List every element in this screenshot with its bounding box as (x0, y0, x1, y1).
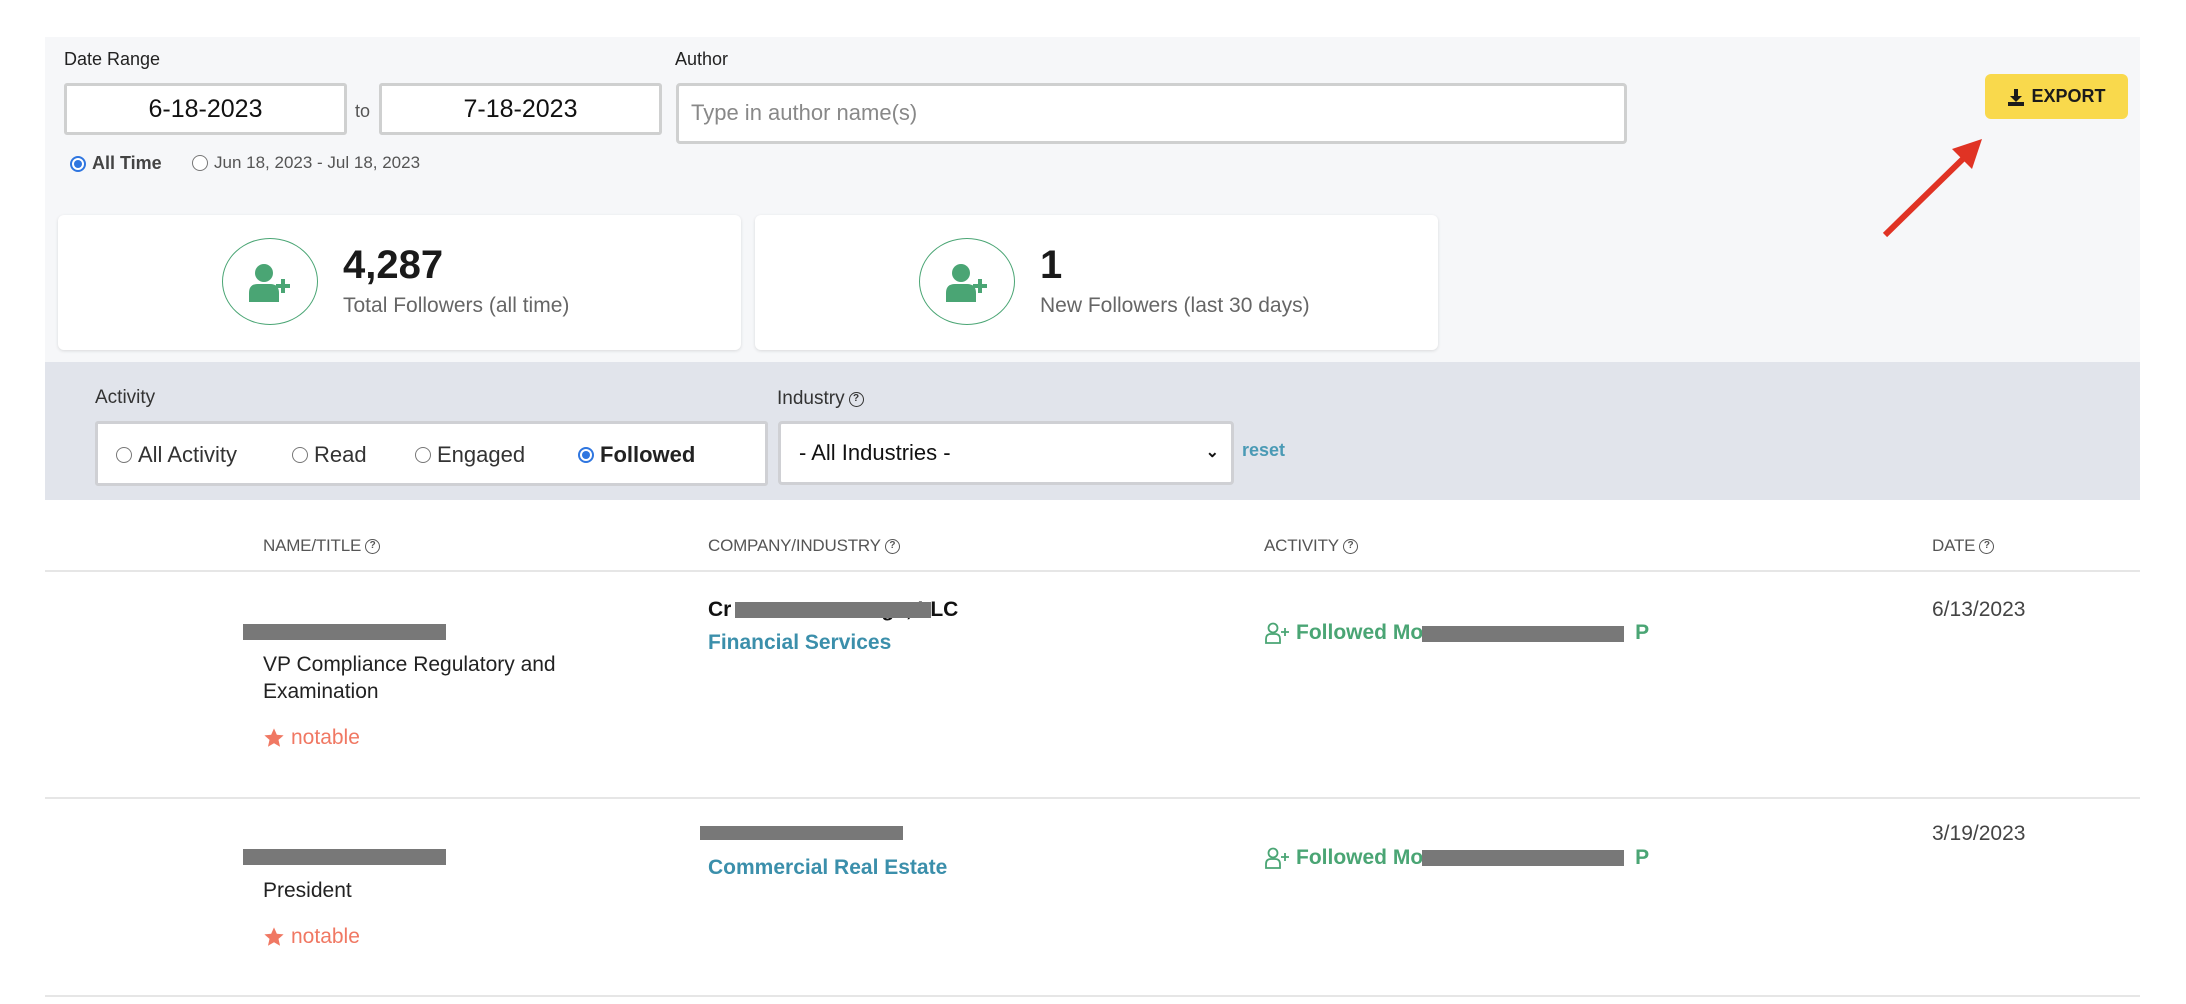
row-divider (45, 995, 2140, 997)
author-placeholder: Type in author name(s) (691, 100, 918, 125)
stat-icon-circle (919, 238, 1015, 325)
star-icon (264, 927, 284, 946)
notable-badge: notable (263, 726, 360, 750)
arrow-shaft (1882, 149, 1973, 238)
redaction-bar (735, 602, 931, 618)
activity-option-read[interactable]: Read (292, 442, 367, 468)
redaction-bar (243, 624, 446, 640)
radio-all-time[interactable] (70, 155, 86, 172)
help-icon[interactable]: ? (1342, 538, 1358, 554)
column-header-label: NAME/TITLE (263, 536, 362, 555)
activity-option-label: Engaged (437, 442, 526, 467)
star-icon (264, 728, 284, 747)
industry-label-group: Industry ? (777, 388, 864, 410)
activity-option-label: All Activity (138, 442, 238, 467)
stat-label: Total Followers (all time) (343, 294, 570, 317)
radio-followed[interactable] (578, 447, 594, 463)
stat-value: 4,287 (343, 243, 444, 287)
column-header-activity[interactable]: ACTIVITY ? (1264, 536, 1358, 556)
user-plus-outline-icon (1265, 622, 1289, 644)
redaction-bar (1422, 626, 1624, 642)
redaction-bar (243, 849, 446, 865)
stat-card-new-followers: 1 New Followers (last 30 days) (755, 215, 1438, 350)
help-icon[interactable]: ? (1979, 538, 1995, 554)
help-icon[interactable]: ? (365, 538, 381, 554)
activity-label: Activity (95, 387, 156, 408)
notable-badge: notable (263, 925, 360, 949)
stat-label: New Followers (last 30 days) (1040, 294, 1310, 317)
radio-all-activity[interactable] (116, 447, 132, 463)
company-name-visible: Cr (708, 598, 732, 621)
column-header-date[interactable]: DATE ? (1932, 536, 1995, 556)
industry-link[interactable]: Commercial Real Estate (708, 856, 947, 880)
person-title: VP Compliance Regulatory and Examination (263, 653, 556, 703)
industry-selected-value: - All Industries - (799, 440, 951, 465)
stat-icon-circle (222, 238, 318, 325)
column-header-name-title[interactable]: NAME/TITLE ? (263, 536, 381, 556)
annotation-arrow (1882, 139, 1982, 238)
header-divider (45, 570, 2140, 572)
activity-option-all[interactable]: All Activity (116, 442, 237, 468)
export-button[interactable]: EXPORT (1985, 74, 2128, 119)
range-option-all-time[interactable]: All Time (70, 153, 162, 174)
activity-option-label: Read (314, 442, 367, 467)
radio-custom-range[interactable] (192, 155, 208, 171)
activity-date: 6/13/2023 (1932, 598, 2026, 621)
notable-label: notable (291, 925, 360, 948)
activity-text: Followed Mo (1296, 846, 1424, 869)
row-divider (45, 797, 2140, 799)
export-label: EXPORT (2031, 86, 2106, 106)
redaction-bar (700, 826, 903, 840)
date-to-separator: to (355, 101, 371, 121)
industry-link[interactable]: Financial Services (708, 631, 891, 655)
column-header-label: ACTIVITY (1264, 536, 1339, 555)
activity-radio-group: All Activity Read Engaged Followed (95, 421, 768, 486)
date-from-input[interactable]: 6-18-2023 (64, 83, 347, 135)
stat-card-total-followers: 4,287 Total Followers (all time) (58, 215, 741, 350)
radio-read[interactable] (292, 447, 308, 463)
notable-label: notable (291, 726, 360, 749)
industry-select[interactable]: - All Industries - ⌄ (778, 421, 1234, 485)
reset-link[interactable]: reset (1242, 440, 1285, 461)
date-to-input[interactable]: 7-18-2023 (379, 83, 662, 135)
range-option-label: All Time (92, 153, 162, 173)
activity-date: 3/19/2023 (1932, 822, 2026, 845)
activity-text: P (1635, 621, 1650, 644)
user-plus-icon (249, 263, 290, 302)
column-header-company-industry[interactable]: COMPANY/INDUSTRY ? (708, 536, 900, 556)
column-header-label: COMPANY/INDUSTRY (708, 536, 881, 555)
date-range-label: Date Range (64, 49, 161, 69)
column-header-label: DATE (1932, 536, 1976, 555)
help-icon[interactable]: ? (884, 538, 900, 554)
chevron-down-icon: ⌄ (1205, 444, 1219, 461)
activity-text: P (1635, 846, 1650, 869)
stat-value: 1 (1040, 243, 1063, 287)
download-icon (2008, 88, 2025, 106)
author-input[interactable]: Type in author name(s) (676, 83, 1627, 144)
help-icon[interactable]: ? (848, 391, 864, 407)
user-plus-icon (946, 263, 987, 302)
person-title: President (263, 879, 352, 902)
activity-option-engaged[interactable]: Engaged (415, 442, 525, 468)
user-plus-outline-icon (1265, 847, 1289, 869)
range-option-custom[interactable]: Jun 18, 2023 - Jul 18, 2023 (192, 153, 420, 173)
activity-option-label: Followed (600, 442, 696, 467)
redaction-bar (1422, 850, 1624, 866)
author-label: Author (675, 49, 729, 69)
activity-text: Followed Mo (1296, 621, 1424, 644)
activity-option-followed[interactable]: Followed (578, 442, 695, 468)
range-option-label: Jun 18, 2023 - Jul 18, 2023 (214, 153, 421, 172)
radio-engaged[interactable] (415, 447, 431, 463)
industry-label: Industry (777, 388, 845, 409)
